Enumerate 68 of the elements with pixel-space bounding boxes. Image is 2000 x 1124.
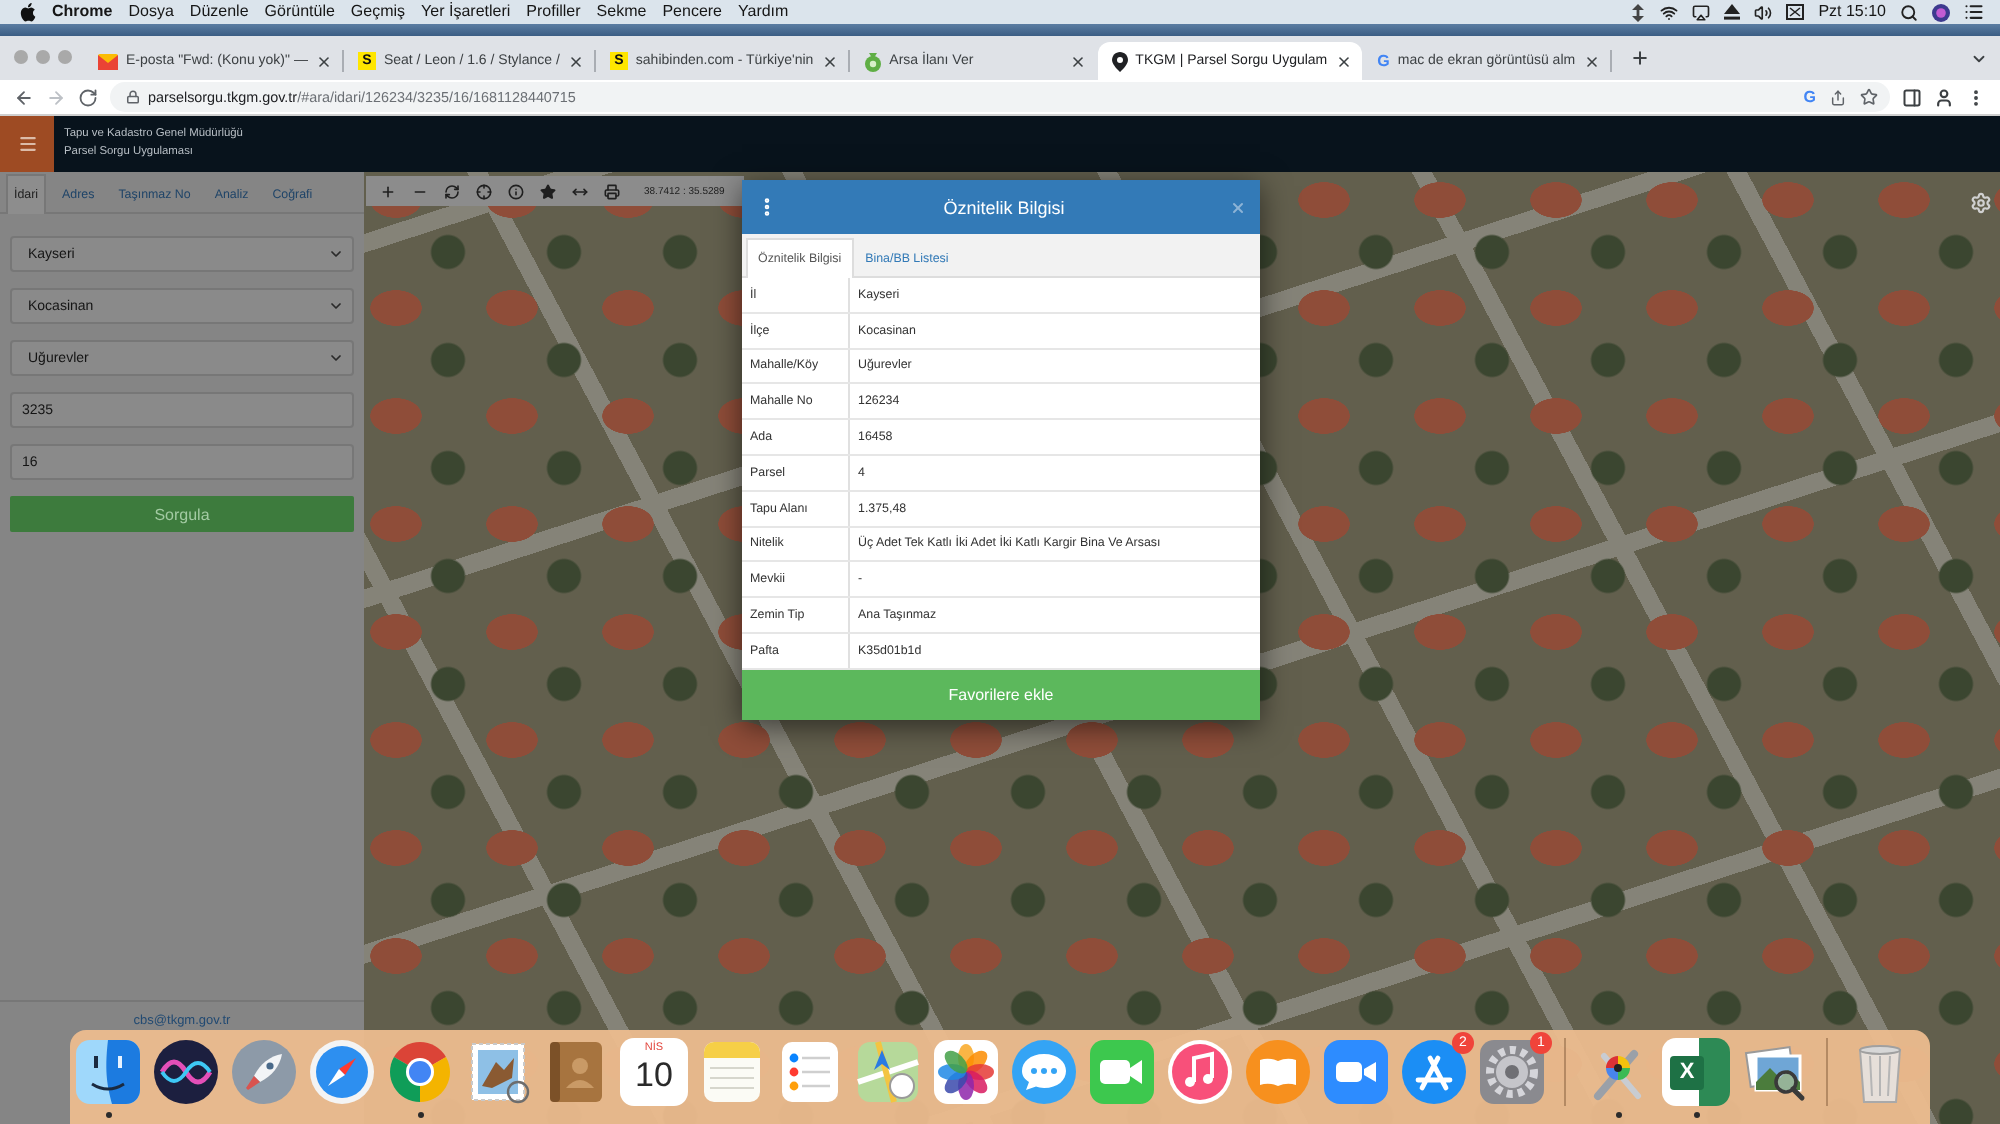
share-icon[interactable] — [1830, 89, 1846, 105]
zoom-in-icon[interactable] — [380, 183, 396, 199]
tricolor-ring-icon[interactable] — [386, 1038, 454, 1106]
video-camera-icon[interactable] — [1322, 1038, 1390, 1106]
volume-icon[interactable] — [1754, 3, 1773, 21]
star-icon[interactable] — [1860, 88, 1878, 106]
close-icon[interactable] — [1335, 53, 1352, 69]
site-logo: G — [1377, 53, 1390, 69]
left-arrow-icon[interactable] — [14, 87, 34, 107]
printer-icon[interactable] — [604, 183, 620, 199]
compass-icon[interactable] — [308, 1038, 376, 1106]
chevron-down-icon — [328, 298, 344, 314]
box-icon[interactable] — [1786, 4, 1805, 20]
menu-item[interactable]: Yer İşaretleri — [421, 4, 511, 20]
close-icon[interactable] — [1069, 53, 1086, 69]
gear-icon[interactable] — [1478, 1038, 1546, 1106]
apple-icon[interactable] — [20, 2, 36, 22]
refresh-icon[interactable] — [444, 183, 460, 199]
menu-icon — [17, 134, 37, 154]
menu-item[interactable]: Sekme — [596, 4, 647, 20]
app-menu[interactable]: Chrome — [52, 4, 113, 20]
profile-icon[interactable] — [1934, 87, 1954, 107]
eject-icon[interactable] — [1724, 4, 1741, 20]
menu-item[interactable]: Profiller — [526, 4, 581, 20]
map-pin-icon — [1111, 51, 1128, 71]
reload-icon[interactable] — [78, 87, 98, 107]
bag-icon — [863, 51, 882, 71]
menu-item[interactable]: Dosya — [128, 4, 174, 20]
clock: Pzt 15:10 — [1818, 4, 1886, 20]
two-tone-face-icon[interactable] — [74, 1038, 142, 1106]
menu-item[interactable]: Düzenle — [189, 4, 249, 20]
music-note-icon[interactable] — [1166, 1038, 1234, 1106]
sidebar-icon[interactable] — [1902, 87, 1922, 107]
lock-icon — [126, 90, 140, 104]
menu-item[interactable]: Yardım — [738, 4, 789, 20]
map-icon[interactable] — [854, 1038, 922, 1106]
menu-item[interactable]: Geçmiş — [350, 4, 406, 20]
menu-button[interactable] — [0, 116, 54, 172]
chevron-down-icon — [328, 246, 344, 262]
chevron-down-icon — [328, 350, 344, 366]
envelope-icon — [98, 53, 118, 69]
crosshair-icon[interactable] — [476, 183, 492, 199]
close-icon[interactable] — [315, 53, 332, 69]
settings-icon[interactable] — [1970, 192, 1992, 214]
menu-item[interactable]: Görüntüle — [264, 4, 335, 20]
horizontal-arrows-icon[interactable] — [572, 183, 588, 199]
spreadsheet-icon[interactable]: X — [1662, 1038, 1730, 1106]
star-icon[interactable] — [540, 183, 556, 199]
close-icon[interactable] — [567, 53, 584, 69]
orb-icon[interactable] — [1932, 3, 1950, 21]
close-icon[interactable] — [1583, 53, 1600, 69]
flower-icon[interactable] — [932, 1038, 1000, 1106]
wifi-icon[interactable] — [1660, 3, 1679, 21]
speech-bubble-icon[interactable] — [1010, 1038, 1078, 1106]
menu-item[interactable]: Pencere — [662, 4, 722, 20]
close-icon[interactable] — [821, 53, 838, 69]
orb-icon[interactable] — [152, 1038, 220, 1106]
display-icon[interactable] — [1692, 3, 1711, 21]
spreadsheet-letter: X — [1670, 1055, 1704, 1089]
dialog-title: Öznitelik Bilgisi — [941, 197, 1067, 217]
pencils-icon[interactable] — [1400, 1038, 1468, 1106]
search-icon[interactable] — [1900, 3, 1918, 21]
calendar-day: 10 — [635, 1056, 673, 1096]
plus-icon[interactable] — [1629, 48, 1650, 68]
info-icon[interactable] — [508, 183, 524, 199]
arrows-icon[interactable] — [1630, 3, 1647, 21]
list-icon[interactable] — [1964, 2, 1984, 22]
rocket-icon[interactable] — [230, 1038, 298, 1106]
